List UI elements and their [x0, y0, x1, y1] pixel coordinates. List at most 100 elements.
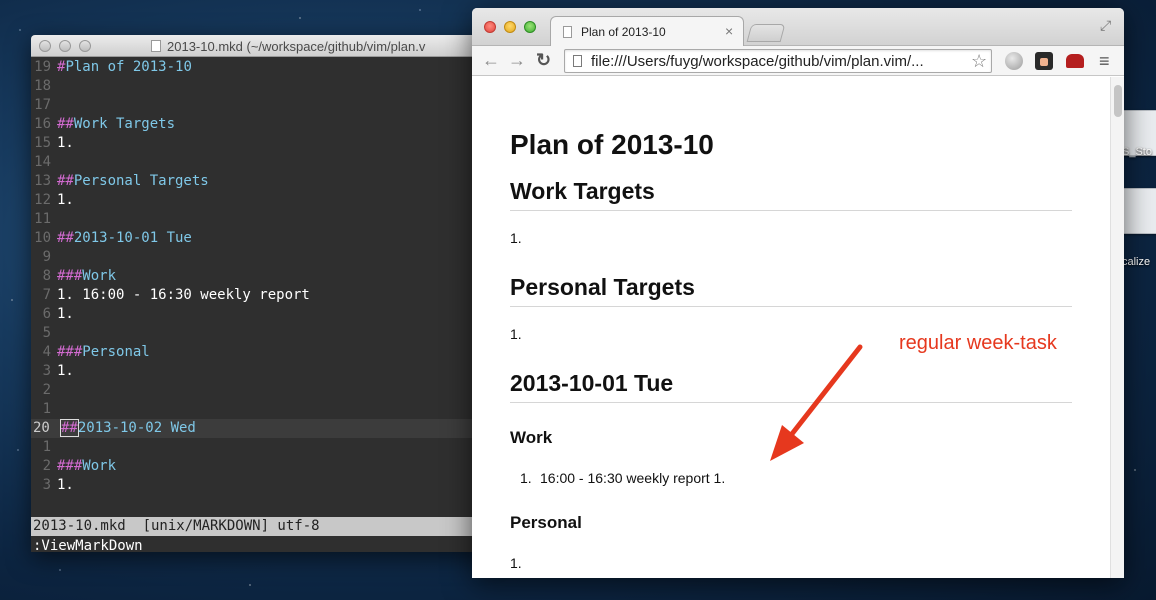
editor-line[interactable]: 2: [31, 381, 491, 400]
tab-title: Plan of 2013-10: [581, 25, 666, 39]
markdown-heading-text: Work Targets: [73, 116, 176, 132]
editor-line[interactable]: 13 ##Personal Targets: [31, 172, 491, 191]
line-number: 19: [34, 59, 51, 75]
editor-line[interactable]: 1: [31, 400, 491, 419]
line-number: 10: [34, 230, 51, 246]
zoom-window-button[interactable]: [524, 21, 536, 33]
vim-editor-buffer[interactable]: 19 #Plan of 2013-10 18 17 16 ##Work Targets 15…: [31, 57, 491, 552]
list-item: 16:00 - 16:30 weekly report 1.: [540, 470, 726, 486]
vim-command-line[interactable]: :ViewMarkDown: [31, 537, 491, 552]
heading-personal: Personal: [510, 513, 582, 532]
annotation-label: regular week-task: [899, 332, 1057, 354]
desktop-file-icon[interactable]: [1120, 188, 1156, 234]
vim-window: 2013-10.mkd (~/workspace/github/vim/plan…: [31, 35, 491, 552]
close-window-button[interactable]: [39, 40, 51, 52]
desktop-file-label: S_Sto: [1122, 146, 1152, 158]
markdown-heading-text: Personal: [82, 344, 150, 360]
markdown-heading-text: Personal Targets: [73, 173, 209, 189]
desktop-file-label: calize: [1122, 256, 1151, 268]
editor-line[interactable]: 14: [31, 153, 491, 172]
editor-line[interactable]: 4 ###Personal: [31, 343, 491, 362]
markdown-heading-text: Work: [82, 268, 117, 284]
markdown-marker: ##: [57, 230, 74, 246]
vertical-scrollbar[interactable]: [1110, 77, 1124, 578]
editor-line[interactable]: 2 ###Work: [31, 457, 491, 476]
fullscreen-icon[interactable]: ⤢: [1100, 17, 1111, 34]
markdown-heading-text: Plan of 2013-10: [65, 59, 192, 75]
heading-divider: [510, 210, 1072, 211]
url-text[interactable]: file:///Users/fuyg/workspace/github/vim/…: [591, 53, 924, 70]
close-window-button[interactable]: [484, 21, 496, 33]
editor-line[interactable]: 20 ##2013-10-02 Wed: [31, 419, 491, 438]
heading-divider: [510, 306, 1072, 307]
line-number: 12: [34, 192, 51, 208]
line-number: 16: [34, 116, 51, 132]
annotation-arrow-icon: [770, 344, 863, 461]
reload-button[interactable]: ↻: [536, 50, 551, 70]
cat-extension-icon[interactable]: [1035, 52, 1053, 70]
editor-line[interactable]: 7 1. 16:00 - 16:30 weekly report: [31, 286, 491, 305]
minimize-window-button[interactable]: [504, 21, 516, 33]
globe-extension-icon[interactable]: [1005, 52, 1023, 70]
markdown-text: 1.: [57, 192, 74, 208]
vim-titlebar[interactable]: 2013-10.mkd (~/workspace/github/vim/plan…: [31, 35, 491, 57]
markdown-marker: ##: [57, 173, 74, 189]
editor-line[interactable]: 15 1.: [31, 134, 491, 153]
line-number: 14: [34, 154, 51, 170]
editor-line[interactable]: 16 ##Work Targets: [31, 115, 491, 134]
editor-line[interactable]: 8 ###Work: [31, 267, 491, 286]
close-tab-icon[interactable]: ×: [725, 23, 733, 39]
line-number: 2: [42, 458, 51, 474]
line-number: 9: [42, 249, 51, 265]
line-number: 11: [34, 211, 51, 227]
editor-line[interactable]: 1: [31, 438, 491, 457]
editor-line[interactable]: 12 1.: [31, 191, 491, 210]
markdown-heading-text: 2013-10-02 Wed: [77, 420, 196, 436]
editor-line[interactable]: 3 1.: [31, 362, 491, 381]
editor-line[interactable]: 3 1.: [31, 476, 491, 495]
line-number: 8: [42, 268, 51, 284]
line-number: 7: [42, 287, 51, 303]
back-button[interactable]: ←: [482, 50, 500, 70]
heading-day: 2013-10-01 Tue: [510, 370, 674, 396]
editor-line[interactable]: 5: [31, 324, 491, 343]
minimize-window-button[interactable]: [59, 40, 71, 52]
markdown-heading-text: Work: [82, 458, 117, 474]
vim-status-line: 2013-10.mkd [unix/MARKDOWN] utf-8: [31, 517, 491, 536]
markdown-text: 1.: [57, 477, 74, 493]
heading-work-targets: Work Targets: [510, 178, 655, 204]
sofa-extension-icon[interactable]: [1066, 54, 1084, 68]
editor-line[interactable]: 6 1.: [31, 305, 491, 324]
menu-icon[interactable]: ≡: [1099, 51, 1110, 72]
page-icon: [573, 55, 582, 67]
markdown-marker: ###: [57, 268, 83, 284]
forward-button[interactable]: →: [508, 50, 526, 70]
line-number: 2: [42, 382, 51, 398]
list-item: 1.: [510, 555, 522, 571]
editor-line[interactable]: 11: [31, 210, 491, 229]
new-tab-button[interactable]: [746, 24, 786, 42]
markdown-text: 1. 16:00 - 16:30 weekly report: [57, 287, 310, 303]
editor-line[interactable]: 18: [31, 77, 491, 96]
editor-line[interactable]: 9: [31, 248, 491, 267]
heading-work: Work: [510, 428, 553, 447]
heading-personal-targets: Personal Targets: [510, 274, 695, 300]
scrollbar-thumb[interactable]: [1114, 85, 1122, 117]
list-item-number: 1.: [520, 470, 532, 486]
bookmark-star-icon[interactable]: ☆: [971, 51, 987, 72]
line-number: 6: [42, 306, 51, 322]
tab-plan[interactable]: Plan of 2013-10 ×: [550, 16, 744, 46]
line-number: 5: [42, 325, 51, 341]
line-number: 15: [34, 135, 51, 151]
address-bar[interactable]: file:///Users/fuyg/workspace/github/vim/…: [564, 49, 992, 73]
zoom-window-button[interactable]: [79, 40, 91, 52]
line-number: 3: [42, 363, 51, 379]
line-number: 17: [34, 97, 51, 113]
editor-line[interactable]: 17: [31, 96, 491, 115]
document-icon: [151, 40, 161, 52]
line-number: 13: [34, 173, 51, 189]
rendered-markdown-page: Plan of 2013-10 Work Targets 1. Personal…: [472, 77, 1110, 578]
editor-line[interactable]: 10 ##2013-10-01 Tue: [31, 229, 491, 248]
browser-tabstrip: Plan of 2013-10 × ⤢: [472, 8, 1124, 46]
editor-line[interactable]: 19 #Plan of 2013-10: [31, 58, 491, 77]
